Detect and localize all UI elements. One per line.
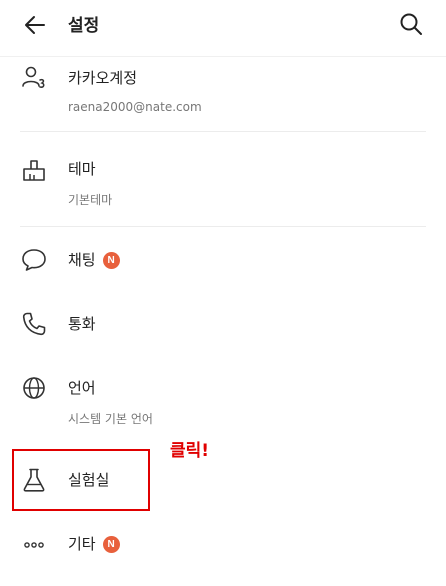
back-arrow-icon[interactable] — [22, 12, 48, 38]
settings-item-etc[interactable]: 기타 N — [0, 526, 446, 566]
new-badge: N — [102, 536, 120, 553]
language-value: 시스템 기본 언어 — [68, 412, 153, 426]
settings-item-chat[interactable]: 채팅 N — [0, 240, 446, 284]
settings-item-label: 카카오계정 — [68, 69, 138, 87]
search-icon[interactable] — [398, 11, 424, 37]
etc-label: 기타 — [68, 535, 96, 553]
theme-value: 기본테마 — [68, 193, 113, 207]
brush-icon — [20, 156, 48, 184]
settings-item-account[interactable]: 카카오계정 raena2000@nate.com — [0, 60, 446, 130]
phone-icon — [20, 310, 48, 338]
settings-item-label: 언어 — [68, 379, 96, 397]
account-email: raena2000@nate.com — [68, 100, 202, 114]
new-badge: N — [102, 252, 120, 269]
divider — [20, 226, 426, 227]
click-annotation: 클릭! — [170, 441, 210, 461]
settings-item-theme[interactable]: 테마 기본테마 — [0, 150, 446, 220]
settings-item-language[interactable]: 언어 시스템 기본 언어 — [0, 368, 446, 434]
header-divider — [0, 56, 446, 57]
more-dots-icon — [20, 530, 48, 558]
person-icon — [20, 64, 48, 92]
settings-item-label: 기타 N — [68, 533, 120, 554]
settings-item-label: 채팅 N — [68, 249, 120, 270]
settings-item-label: 테마 — [68, 160, 96, 178]
globe-icon — [20, 374, 48, 402]
divider — [20, 131, 426, 132]
click-highlight-box — [12, 449, 150, 511]
app-header: 설정 — [0, 0, 446, 48]
settings-item-label: 통화 — [68, 315, 96, 333]
chat-bubble-icon — [20, 246, 48, 274]
settings-item-call[interactable]: 통화 — [0, 304, 446, 348]
page-title: 설정 — [68, 16, 100, 36]
chat-label: 채팅 — [68, 251, 96, 269]
